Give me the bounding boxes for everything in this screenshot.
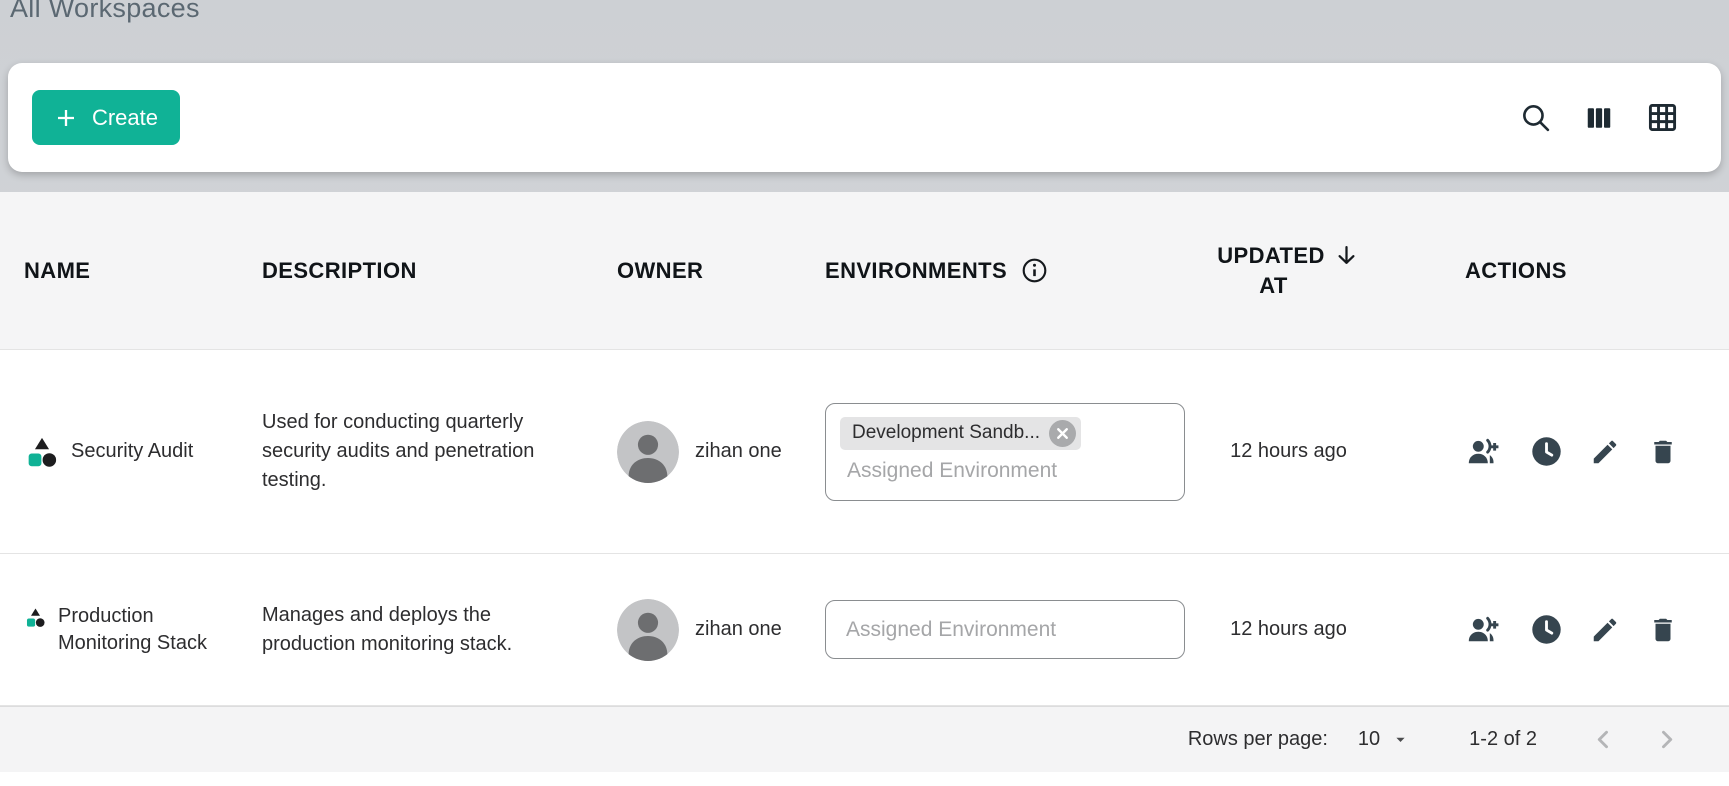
table-row: Security Audit Used for conducting quart… xyxy=(0,350,1729,554)
page-title: All Workspaces xyxy=(10,0,200,24)
pagination-range: 1-2 of 2 xyxy=(1469,728,1537,751)
column-view-icon[interactable] xyxy=(1584,103,1614,133)
owner-avatar xyxy=(617,421,679,483)
assigned-environment-combobox[interactable]: Development Sandb... Assigned Environmen… xyxy=(825,403,1185,501)
search-icon[interactable] xyxy=(1519,101,1552,134)
owner-avatar xyxy=(617,599,679,661)
history-icon[interactable] xyxy=(1531,436,1562,467)
updated-at-value: 12 hours ago xyxy=(1230,618,1347,641)
chip-close-icon[interactable] xyxy=(1049,420,1076,447)
environments-header-label: ENVIRONMENTS xyxy=(825,258,1007,284)
workspaces-table: NAME DESCRIPTION OWNER ENVIRONMENTS UPDA… xyxy=(0,192,1729,786)
next-page-icon[interactable] xyxy=(1652,725,1681,754)
toolbar-card: Create xyxy=(8,63,1721,172)
workspace-name: Production Monitoring Stack xyxy=(58,603,220,657)
delete-icon[interactable] xyxy=(1648,615,1678,645)
environment-chip: Development Sandb... xyxy=(840,417,1081,450)
owner-name: zihan one xyxy=(695,618,782,641)
column-header-environments: ENVIRONMENTS xyxy=(801,257,1191,284)
sort-desc-icon xyxy=(1333,242,1360,269)
workspaces-page: All Workspaces Create NAME DESCRIPTION xyxy=(0,0,1729,786)
environment-chip-label: Development Sandb... xyxy=(852,422,1040,444)
environment-placeholder: Assigned Environment xyxy=(846,618,1056,642)
table-header-row: NAME DESCRIPTION OWNER ENVIRONMENTS UPDA… xyxy=(0,192,1729,350)
workspace-shapes-icon xyxy=(24,434,60,470)
column-header-updated-at[interactable]: UPDATED AT xyxy=(1191,242,1386,299)
rows-per-page-select[interactable]: 10 xyxy=(1358,728,1409,751)
updated-header-line2: AT xyxy=(1259,273,1288,299)
assign-user-icon[interactable] xyxy=(1465,614,1503,645)
delete-icon[interactable] xyxy=(1648,437,1678,467)
environment-placeholder: Assigned Environment xyxy=(847,459,1170,483)
column-header-name: NAME xyxy=(0,258,238,284)
edit-icon[interactable] xyxy=(1590,615,1620,645)
workspace-description: Used for conducting quarterly security a… xyxy=(262,408,558,495)
rows-per-page-label: Rows per page: xyxy=(1188,728,1328,751)
plus-icon xyxy=(54,106,78,130)
column-header-owner: OWNER xyxy=(593,258,801,284)
table-row: Production Monitoring Stack Manages and … xyxy=(0,554,1729,706)
grid-view-icon[interactable] xyxy=(1646,101,1679,134)
create-button[interactable]: Create xyxy=(32,90,180,145)
owner-name: zihan one xyxy=(695,440,782,463)
updated-at-value: 12 hours ago xyxy=(1230,440,1347,463)
create-button-label: Create xyxy=(92,105,158,131)
workspace-name: Security Audit xyxy=(71,438,193,465)
caret-down-icon xyxy=(1392,731,1409,748)
workspace-shapes-icon xyxy=(24,606,47,629)
previous-page-icon[interactable] xyxy=(1589,725,1618,754)
rows-per-page-value: 10 xyxy=(1358,728,1380,751)
workspace-description: Manages and deploys the production monit… xyxy=(262,601,558,659)
toolbar-view-controls xyxy=(1519,101,1679,134)
updated-header-line1: UPDATED xyxy=(1217,243,1325,269)
history-icon[interactable] xyxy=(1531,614,1562,645)
assign-user-icon[interactable] xyxy=(1465,436,1503,467)
column-header-actions: ACTIONS xyxy=(1386,258,1729,284)
column-header-description: DESCRIPTION xyxy=(238,258,593,284)
info-icon[interactable] xyxy=(1021,257,1048,284)
assigned-environment-combobox[interactable]: Assigned Environment xyxy=(825,600,1185,659)
bottom-spacer xyxy=(0,772,1729,786)
edit-icon[interactable] xyxy=(1590,437,1620,467)
pagination-bar: Rows per page: 10 1-2 of 2 xyxy=(0,706,1729,772)
